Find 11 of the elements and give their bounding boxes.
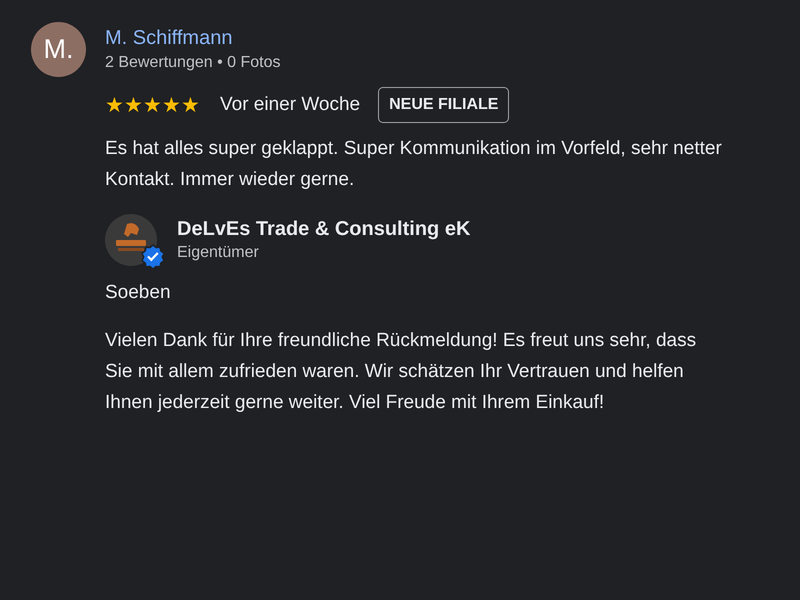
owner-name: DeLvEs Trade & Consulting eK — [177, 217, 470, 242]
star-rating: ★★★★★ — [105, 94, 200, 116]
author-meta: 2 Bewertungen • 0 Fotos — [105, 53, 282, 73]
author-name[interactable]: M. Schiffmann — [105, 25, 745, 51]
avatar: M. — [31, 22, 86, 77]
badge: NEUE FILIALE — [378, 87, 510, 123]
reply-time: Soeben — [105, 281, 172, 305]
review-text: Es hat alles super geklappt. Super Kommunikation im Vorfeld, sehr netter Kontakt. Immer wieder gerne. — [105, 137, 723, 192]
review-time: Vor einer Woche — [220, 92, 360, 117]
owner-role: Eigentümer — [177, 243, 260, 263]
reply-text: Vielen Dank für Ihre freundliche Rückmeldung! Es freut uns sehr, dass Sie mit allem zufrieden waren. Wir schätzen Ihr Vertrauen und helfen Ihnen jederzeit gerne weiter. Viel Freude mit Ihrem Einkauf! — [105, 329, 698, 415]
